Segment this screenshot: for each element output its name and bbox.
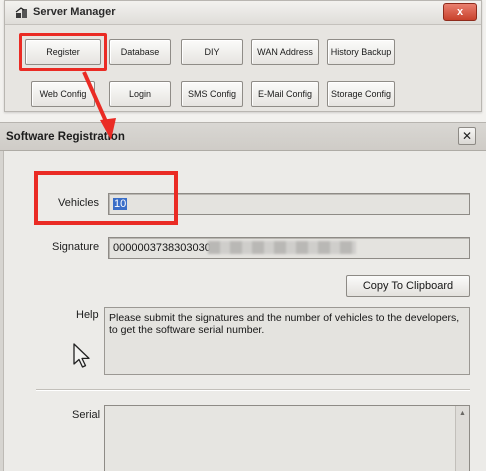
login-button[interactable]: Login <box>109 81 171 107</box>
email-config-button[interactable]: E-Mail Config <box>251 81 319 107</box>
storage-config-button[interactable]: Storage Config <box>327 81 395 107</box>
wan-address-button[interactable]: WAN Address <box>251 39 319 65</box>
help-text: Please submit the signatures and the num… <box>104 307 470 375</box>
register-highlight-box <box>19 33 107 71</box>
diy-button[interactable]: DIY <box>181 39 243 65</box>
dialog-left-edge <box>0 151 4 471</box>
serial-textarea[interactable]: ▲ <box>104 405 470 471</box>
vehicles-highlight-box <box>34 171 178 225</box>
signature-label: Signature <box>52 241 100 253</box>
server-manager-title: Server Manager <box>33 6 116 18</box>
signature-value: 0000003738303030 <box>113 242 211 254</box>
app-icon <box>15 7 27 18</box>
server-manager-titlebar[interactable]: Server Manager x <box>5 1 481 25</box>
dialog-title: Software Registration <box>6 131 125 143</box>
mouse-cursor-icon <box>73 343 90 368</box>
help-label: Help <box>76 309 99 321</box>
dialog-titlebar[interactable]: Software Registration ✕ <box>0 123 486 151</box>
section-divider <box>36 389 470 391</box>
signature-redaction <box>208 241 356 254</box>
database-button[interactable]: Database <box>109 39 171 65</box>
software-registration-dialog: Software Registration ✕ Vehicles 10 Sign… <box>0 122 486 471</box>
history-backup-button[interactable]: History Backup <box>327 39 395 65</box>
dialog-close-button[interactable]: ✕ <box>458 127 476 145</box>
server-manager-window: Server Manager x Register Database DIY W… <box>4 0 482 112</box>
serial-label: Serial <box>72 409 101 421</box>
serial-scrollbar[interactable]: ▲ <box>455 406 469 471</box>
web-config-button[interactable]: Web Config <box>31 81 95 107</box>
copy-to-clipboard-button[interactable]: Copy To Clipboard <box>346 275 470 297</box>
sms-config-button[interactable]: SMS Config <box>181 81 243 107</box>
scroll-up-arrow-icon[interactable]: ▲ <box>459 410 466 417</box>
close-button[interactable]: x <box>443 3 477 21</box>
